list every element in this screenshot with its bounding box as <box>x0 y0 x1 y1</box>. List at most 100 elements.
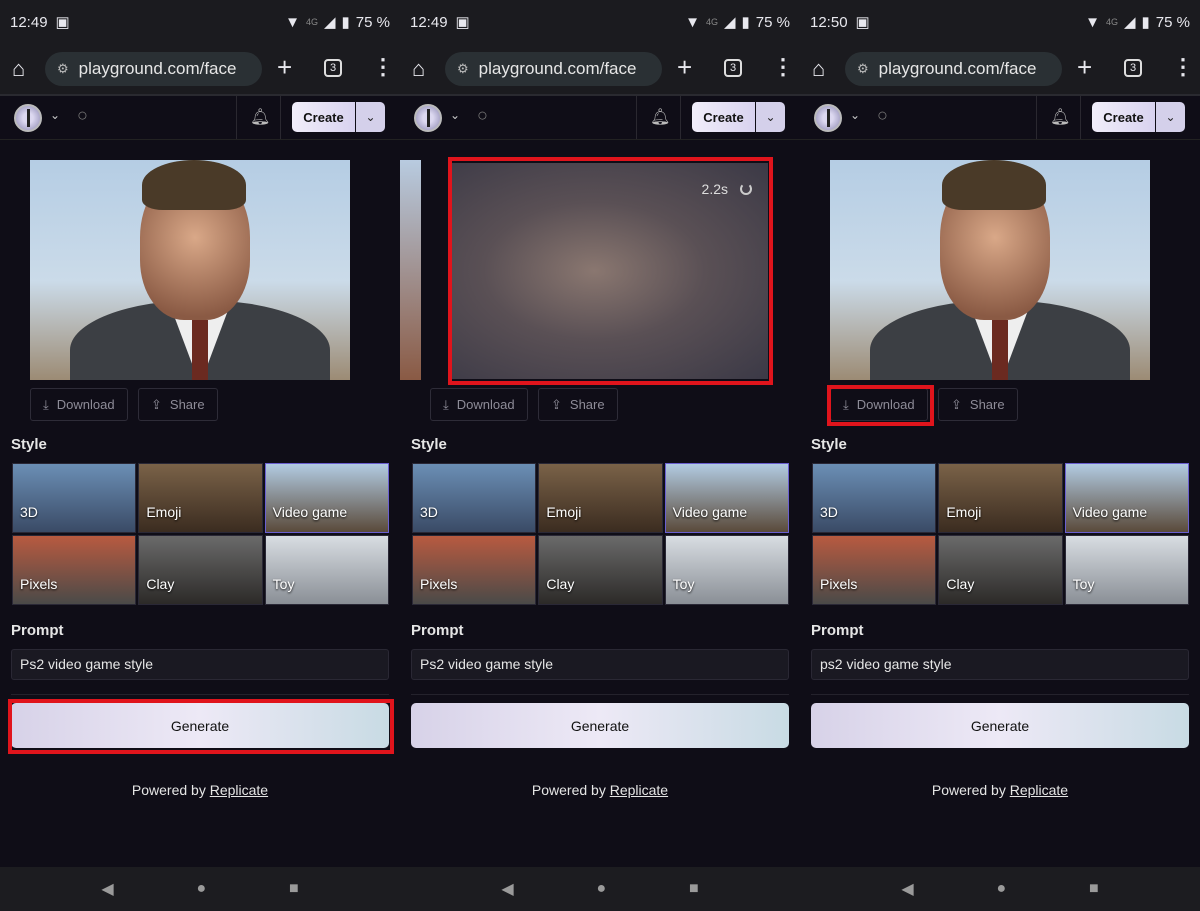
style-option[interactable]: 3D <box>12 463 137 533</box>
generated-image <box>30 160 350 380</box>
more-options-icon[interactable]: ⋮ <box>372 54 394 80</box>
style-option[interactable]: Clay <box>138 535 263 605</box>
share-button[interactable]: ⇪ Share <box>538 388 618 421</box>
phone-screen: 12:49 ▣ ▼ 4G ◢ ▮ 75 % ⌂ ⚙ playground.com… <box>400 0 800 911</box>
notification-icon: ▣ <box>455 14 470 31</box>
style-option[interactable]: Pixels <box>812 535 937 605</box>
bell-icon[interactable]: 🔔︎ <box>1050 107 1070 127</box>
recents-icon[interactable]: ■ <box>689 880 699 898</box>
tab-count-button[interactable]: 3 <box>724 59 742 77</box>
download-button[interactable]: ⤓ Download <box>830 388 928 421</box>
browser-toolbar: ⌂ ⚙ playground.com/face + 3 ⋮ <box>800 44 1200 96</box>
style-option[interactable]: 3D <box>812 463 937 533</box>
url-text: playground.com/face <box>478 59 637 78</box>
playground-logo[interactable] <box>814 104 842 132</box>
home-nav-icon[interactable]: ● <box>596 880 606 898</box>
create-dropdown-button[interactable]: ⌄ <box>356 102 385 132</box>
site-settings-icon[interactable]: ⚙ <box>57 61 69 77</box>
download-button[interactable]: ⤓ Download <box>30 388 128 421</box>
generate-button[interactable]: Generate <box>11 703 389 748</box>
new-tab-icon[interactable]: + <box>677 52 692 83</box>
style-option[interactable]: 3D <box>412 463 537 533</box>
prompt-input[interactable]: ps2 video game style <box>811 649 1189 680</box>
prompt-input[interactable]: Ps2 video game style <box>11 649 389 680</box>
replicate-link[interactable]: Replicate <box>210 782 268 798</box>
create-button[interactable]: Create <box>692 102 755 132</box>
style-option[interactable]: Clay <box>538 535 663 605</box>
style-option-label: Toy <box>672 576 695 592</box>
create-button[interactable]: Create <box>292 102 355 132</box>
powered-by-text: Powered by <box>131 782 206 798</box>
wifi-icon: ▼ <box>285 13 300 31</box>
style-option[interactable]: Video game <box>664 463 789 533</box>
prompt-input[interactable]: Ps2 video game style <box>411 649 789 680</box>
playground-logo[interactable] <box>14 104 42 132</box>
style-option[interactable]: Emoji <box>938 463 1063 533</box>
style-option[interactable]: Video game <box>264 463 389 533</box>
status-time: 12:49 <box>10 13 48 31</box>
battery-level: 75 % <box>755 13 790 31</box>
divider <box>811 694 1189 695</box>
more-options-icon[interactable]: ⋮ <box>1172 54 1194 80</box>
recents-icon[interactable]: ■ <box>289 880 299 898</box>
generation-timer: 2.2s <box>701 181 728 197</box>
chevron-down-icon[interactable]: ⌄ <box>450 108 460 122</box>
style-option[interactable]: Toy <box>264 535 389 605</box>
playground-logo[interactable] <box>414 104 442 132</box>
tab-count-button[interactable]: 3 <box>1124 59 1142 77</box>
chevron-down-icon[interactable]: ⌄ <box>50 108 60 122</box>
download-button[interactable]: ⤓ Download <box>430 388 528 421</box>
more-options-icon[interactable]: ⋮ <box>772 54 794 80</box>
chevron-down-icon[interactable]: ⌄ <box>850 108 860 122</box>
home-icon[interactable]: ⌂ <box>12 56 25 82</box>
create-button[interactable]: Create <box>1092 102 1155 132</box>
status-bar: 12:50 ▣ ▼ 4G ◢ ▮ 75 % <box>800 0 1200 44</box>
style-option-label: Video game <box>1072 504 1148 520</box>
download-label: Download <box>856 397 915 412</box>
address-bar[interactable]: ⚙ playground.com/face <box>45 52 262 86</box>
download-icon: ⤓ <box>43 396 49 412</box>
create-dropdown-button[interactable]: ⌄ <box>1156 102 1185 132</box>
create-dropdown-button[interactable]: ⌄ <box>756 102 785 132</box>
recents-icon[interactable]: ■ <box>1089 880 1099 898</box>
replicate-link[interactable]: Replicate <box>1010 782 1068 798</box>
address-bar[interactable]: ⚙ playground.com/face <box>845 52 1062 86</box>
share-button[interactable]: ⇪ Share <box>138 388 218 421</box>
style-option[interactable]: Video game <box>1064 463 1189 533</box>
share-button[interactable]: ⇪ Share <box>938 388 1018 421</box>
search-icon[interactable]: ○ <box>877 105 888 126</box>
search-icon[interactable]: ○ <box>477 105 488 126</box>
back-icon[interactable]: ◀ <box>101 879 113 899</box>
generate-button[interactable]: Generate <box>811 703 1189 748</box>
style-option[interactable]: Pixels <box>412 535 537 605</box>
home-icon[interactable]: ⌂ <box>812 56 825 82</box>
new-tab-icon[interactable]: + <box>1077 52 1092 83</box>
style-grid: 3D Emoji Video game Pixels Clay Toy <box>412 463 789 605</box>
style-option[interactable]: Pixels <box>12 535 137 605</box>
home-nav-icon[interactable]: ● <box>996 880 1006 898</box>
style-option-label: 3D <box>20 504 38 520</box>
tab-count-button[interactable]: 3 <box>324 59 342 77</box>
style-option[interactable]: Emoji <box>138 463 263 533</box>
style-option[interactable]: Toy <box>664 535 789 605</box>
divider <box>236 96 237 139</box>
site-settings-icon[interactable]: ⚙ <box>857 61 869 77</box>
generate-button[interactable]: Generate <box>411 703 789 748</box>
style-option[interactable]: Clay <box>938 535 1063 605</box>
bell-icon[interactable]: 🔔︎ <box>250 107 270 127</box>
site-settings-icon[interactable]: ⚙ <box>457 61 469 77</box>
search-icon[interactable]: ○ <box>77 105 88 126</box>
style-option[interactable]: Toy <box>1064 535 1189 605</box>
new-tab-icon[interactable]: + <box>277 52 292 83</box>
replicate-link[interactable]: Replicate <box>610 782 668 798</box>
back-icon[interactable]: ◀ <box>901 879 913 899</box>
bell-icon[interactable]: 🔔︎ <box>650 107 670 127</box>
home-icon[interactable]: ⌂ <box>412 56 425 82</box>
generated-image <box>830 160 1150 380</box>
back-icon[interactable]: ◀ <box>501 879 513 899</box>
address-bar[interactable]: ⚙ playground.com/face <box>445 52 662 86</box>
prompt-heading: Prompt <box>811 622 864 639</box>
home-nav-icon[interactable]: ● <box>196 880 206 898</box>
style-option[interactable]: Emoji <box>538 463 663 533</box>
status-time: 12:50 <box>810 13 848 31</box>
